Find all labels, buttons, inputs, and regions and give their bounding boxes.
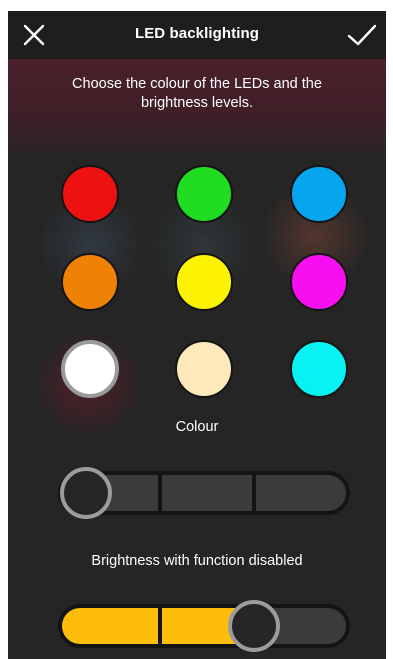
brightness-disabled-segment-1	[62, 608, 158, 644]
colour-swatch-cream[interactable]	[175, 340, 233, 398]
colour-swatch-cyan[interactable]	[290, 340, 348, 398]
brightness-disabled-slider[interactable]	[58, 600, 350, 652]
checkmark-icon	[347, 24, 377, 46]
brightness-slider[interactable]	[58, 467, 350, 519]
colour-swatch-red[interactable]	[61, 165, 119, 223]
brightness-segment-3	[256, 475, 346, 511]
brightness-slider-knob[interactable]	[60, 467, 112, 519]
description-band: Choose the colour of the LEDs and the br…	[8, 59, 386, 159]
colour-swatch-yellow[interactable]	[175, 253, 233, 311]
led-backlighting-screen: LED backlighting Choose the colour of th…	[8, 11, 386, 659]
colour-swatch-blue[interactable]	[290, 165, 348, 223]
colour-swatch-white[interactable]	[61, 340, 119, 398]
brightness-disabled-slider-knob[interactable]	[228, 600, 280, 652]
brightness-segment-2	[162, 475, 252, 511]
colour-swatch-orange[interactable]	[61, 253, 119, 311]
colour-swatch-green[interactable]	[175, 165, 233, 223]
description-text: Choose the colour of the LEDs and the br…	[72, 76, 322, 111]
close-icon	[23, 24, 45, 46]
confirm-button[interactable]	[344, 17, 380, 53]
close-button[interactable]	[16, 17, 52, 53]
top-bar: LED backlighting	[8, 11, 386, 59]
page-title: LED backlighting	[134, 25, 260, 42]
brightness-disabled-label: Brightness with function disabled	[91, 553, 303, 569]
colour-label: Colour	[175, 419, 219, 435]
colour-swatch-magenta[interactable]	[290, 253, 348, 311]
